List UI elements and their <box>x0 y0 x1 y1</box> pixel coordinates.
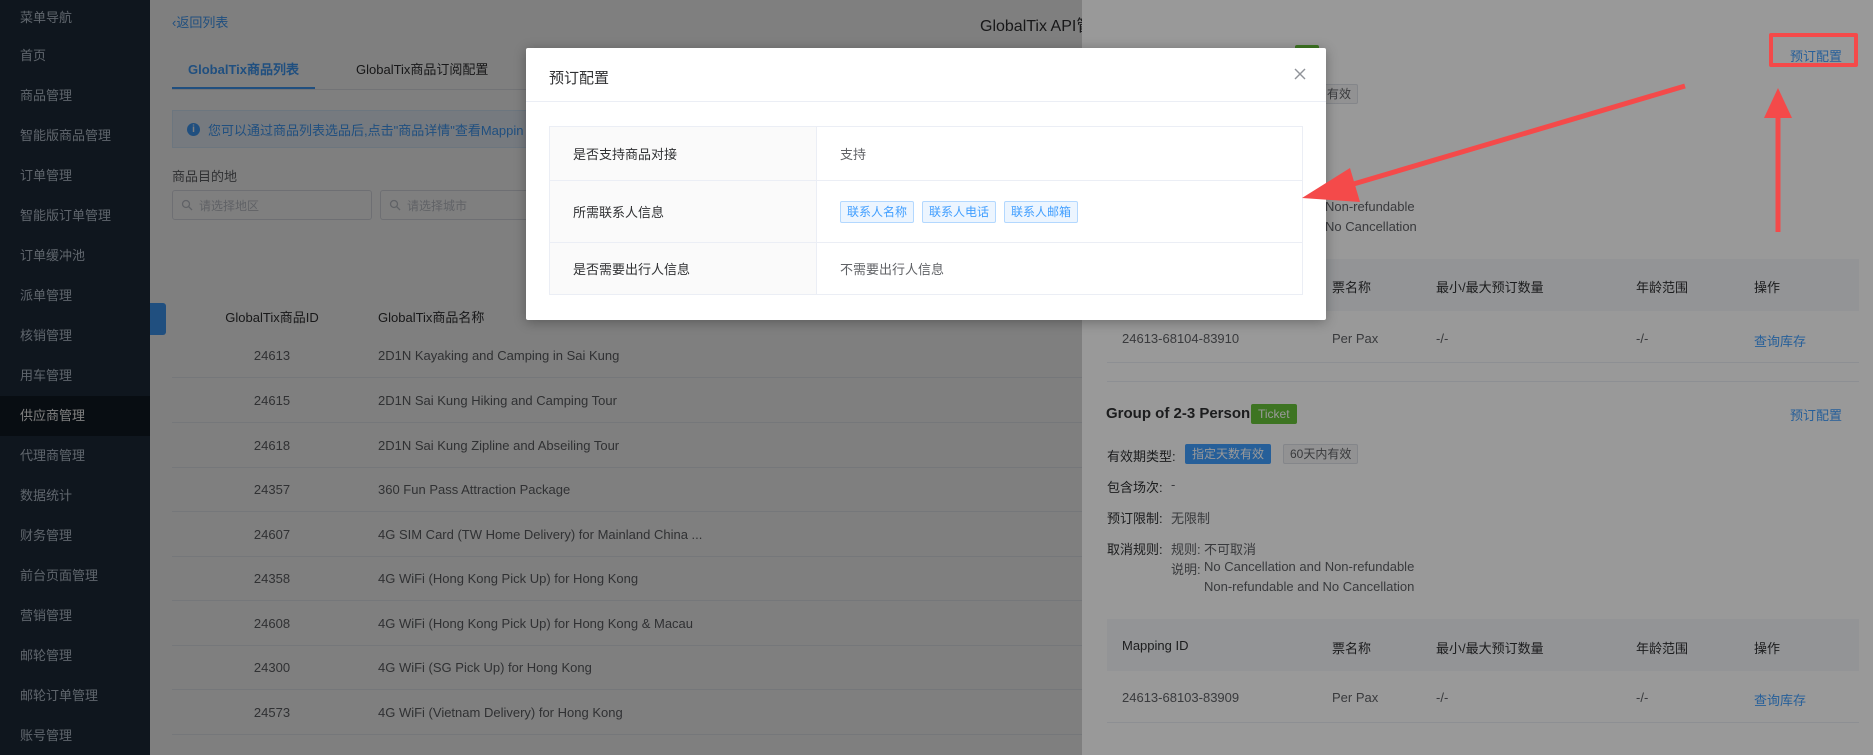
column-header-mapping-id: Mapping ID <box>1122 638 1189 653</box>
column-header-action: 操作 <box>1754 280 1781 295</box>
highlight-box <box>1769 33 1858 67</box>
note-label: 说明: <box>1171 562 1201 577</box>
ticket-name: Per Pax <box>1332 331 1379 346</box>
column-header-age: 年龄范围 <box>1636 280 1689 295</box>
divider <box>1107 381 1859 382</box>
column-header-ticket-name: 票名称 <box>1332 280 1372 295</box>
column-header-min-max: 最小/最大预订数量 <box>1436 641 1544 656</box>
query-stock-link[interactable]: 查询库存 <box>1754 331 1806 350</box>
contact-name-tag: 联系人名称 <box>840 200 915 223</box>
config-label: 是否需要出行人信息 <box>549 242 817 295</box>
config-label: 是否支持商品对接 <box>549 126 817 181</box>
config-table: 是否支持商品对接 支持 所需联系人信息 联系人名称 联系人电话 联系人邮箱 是否需要… <box>549 126 1303 295</box>
min-max-qty: -/- <box>1436 690 1449 705</box>
config-row: 是否支持商品对接 支持 <box>549 126 1303 181</box>
validity-label: 有效期类型: <box>1107 449 1176 464</box>
validity-type-tag: 指定天数有效 <box>1185 444 1272 464</box>
note-line-2: Non-refundable and No Cancellation <box>1204 579 1415 594</box>
group-title: Group of 2-3 Person <box>1106 405 1251 422</box>
column-header-action: 操作 <box>1754 641 1781 656</box>
column-header-ticket-name: 票名称 <box>1332 641 1372 656</box>
sessions-value: - <box>1171 477 1176 492</box>
dialog-title: 预订配置 <box>549 70 610 87</box>
query-stock-link[interactable]: 查询库存 <box>1754 690 1806 709</box>
divider <box>526 101 1326 102</box>
contact-phone-tag: 联系人电话 <box>922 200 997 223</box>
contact-email-tag: 联系人邮箱 <box>1004 200 1079 223</box>
booking-config-button[interactable]: 预订配置 <box>1790 405 1842 424</box>
min-max-qty: -/- <box>1436 331 1449 346</box>
note-line-top-2: No Cancellation <box>1325 219 1417 234</box>
close-icon[interactable] <box>1292 66 1308 82</box>
config-row: 所需联系人信息 联系人名称 联系人电话 联系人邮箱 <box>549 180 1303 243</box>
config-value: 联系人名称 联系人电话 联系人邮箱 <box>816 180 1303 243</box>
config-label: 所需联系人信息 <box>549 180 817 243</box>
validity-days-tag: 60天内有效 <box>1283 444 1359 464</box>
booking-config-dialog: 预订配置 是否支持商品对接 支持 所需联系人信息 联系人名称 联系人电话 联系人邮箱… <box>526 48 1326 320</box>
config-value: 支持 <box>816 126 1303 181</box>
mapping-id: 24613-68104-83910 <box>1122 331 1240 346</box>
limit-label: 预订限制: <box>1107 511 1163 526</box>
column-header-age: 年龄范围 <box>1636 641 1689 656</box>
rule-label: 规则: <box>1171 542 1201 557</box>
ticket-name: Per Pax <box>1332 690 1379 705</box>
age-range: -/- <box>1636 331 1649 346</box>
rule-value: 不可取消 <box>1204 542 1257 557</box>
limit-value: 无限制 <box>1171 511 1211 526</box>
config-row: 是否需要出行人信息 不需要出行人信息 <box>549 242 1303 295</box>
config-value: 不需要出行人信息 <box>816 242 1303 295</box>
ticket-tag: Ticket <box>1251 404 1297 424</box>
age-range: -/- <box>1636 690 1649 705</box>
sessions-label: 包含场次: <box>1107 480 1163 495</box>
mapping-id: 24613-68103-83909 <box>1122 690 1240 705</box>
note-line-top-1: Non-refundable <box>1325 199 1415 214</box>
note-line-1: No Cancellation and Non-refundable <box>1204 559 1415 574</box>
column-header-min-max: 最小/最大预订数量 <box>1436 280 1544 295</box>
cancel-label: 取消规则: <box>1107 542 1163 557</box>
